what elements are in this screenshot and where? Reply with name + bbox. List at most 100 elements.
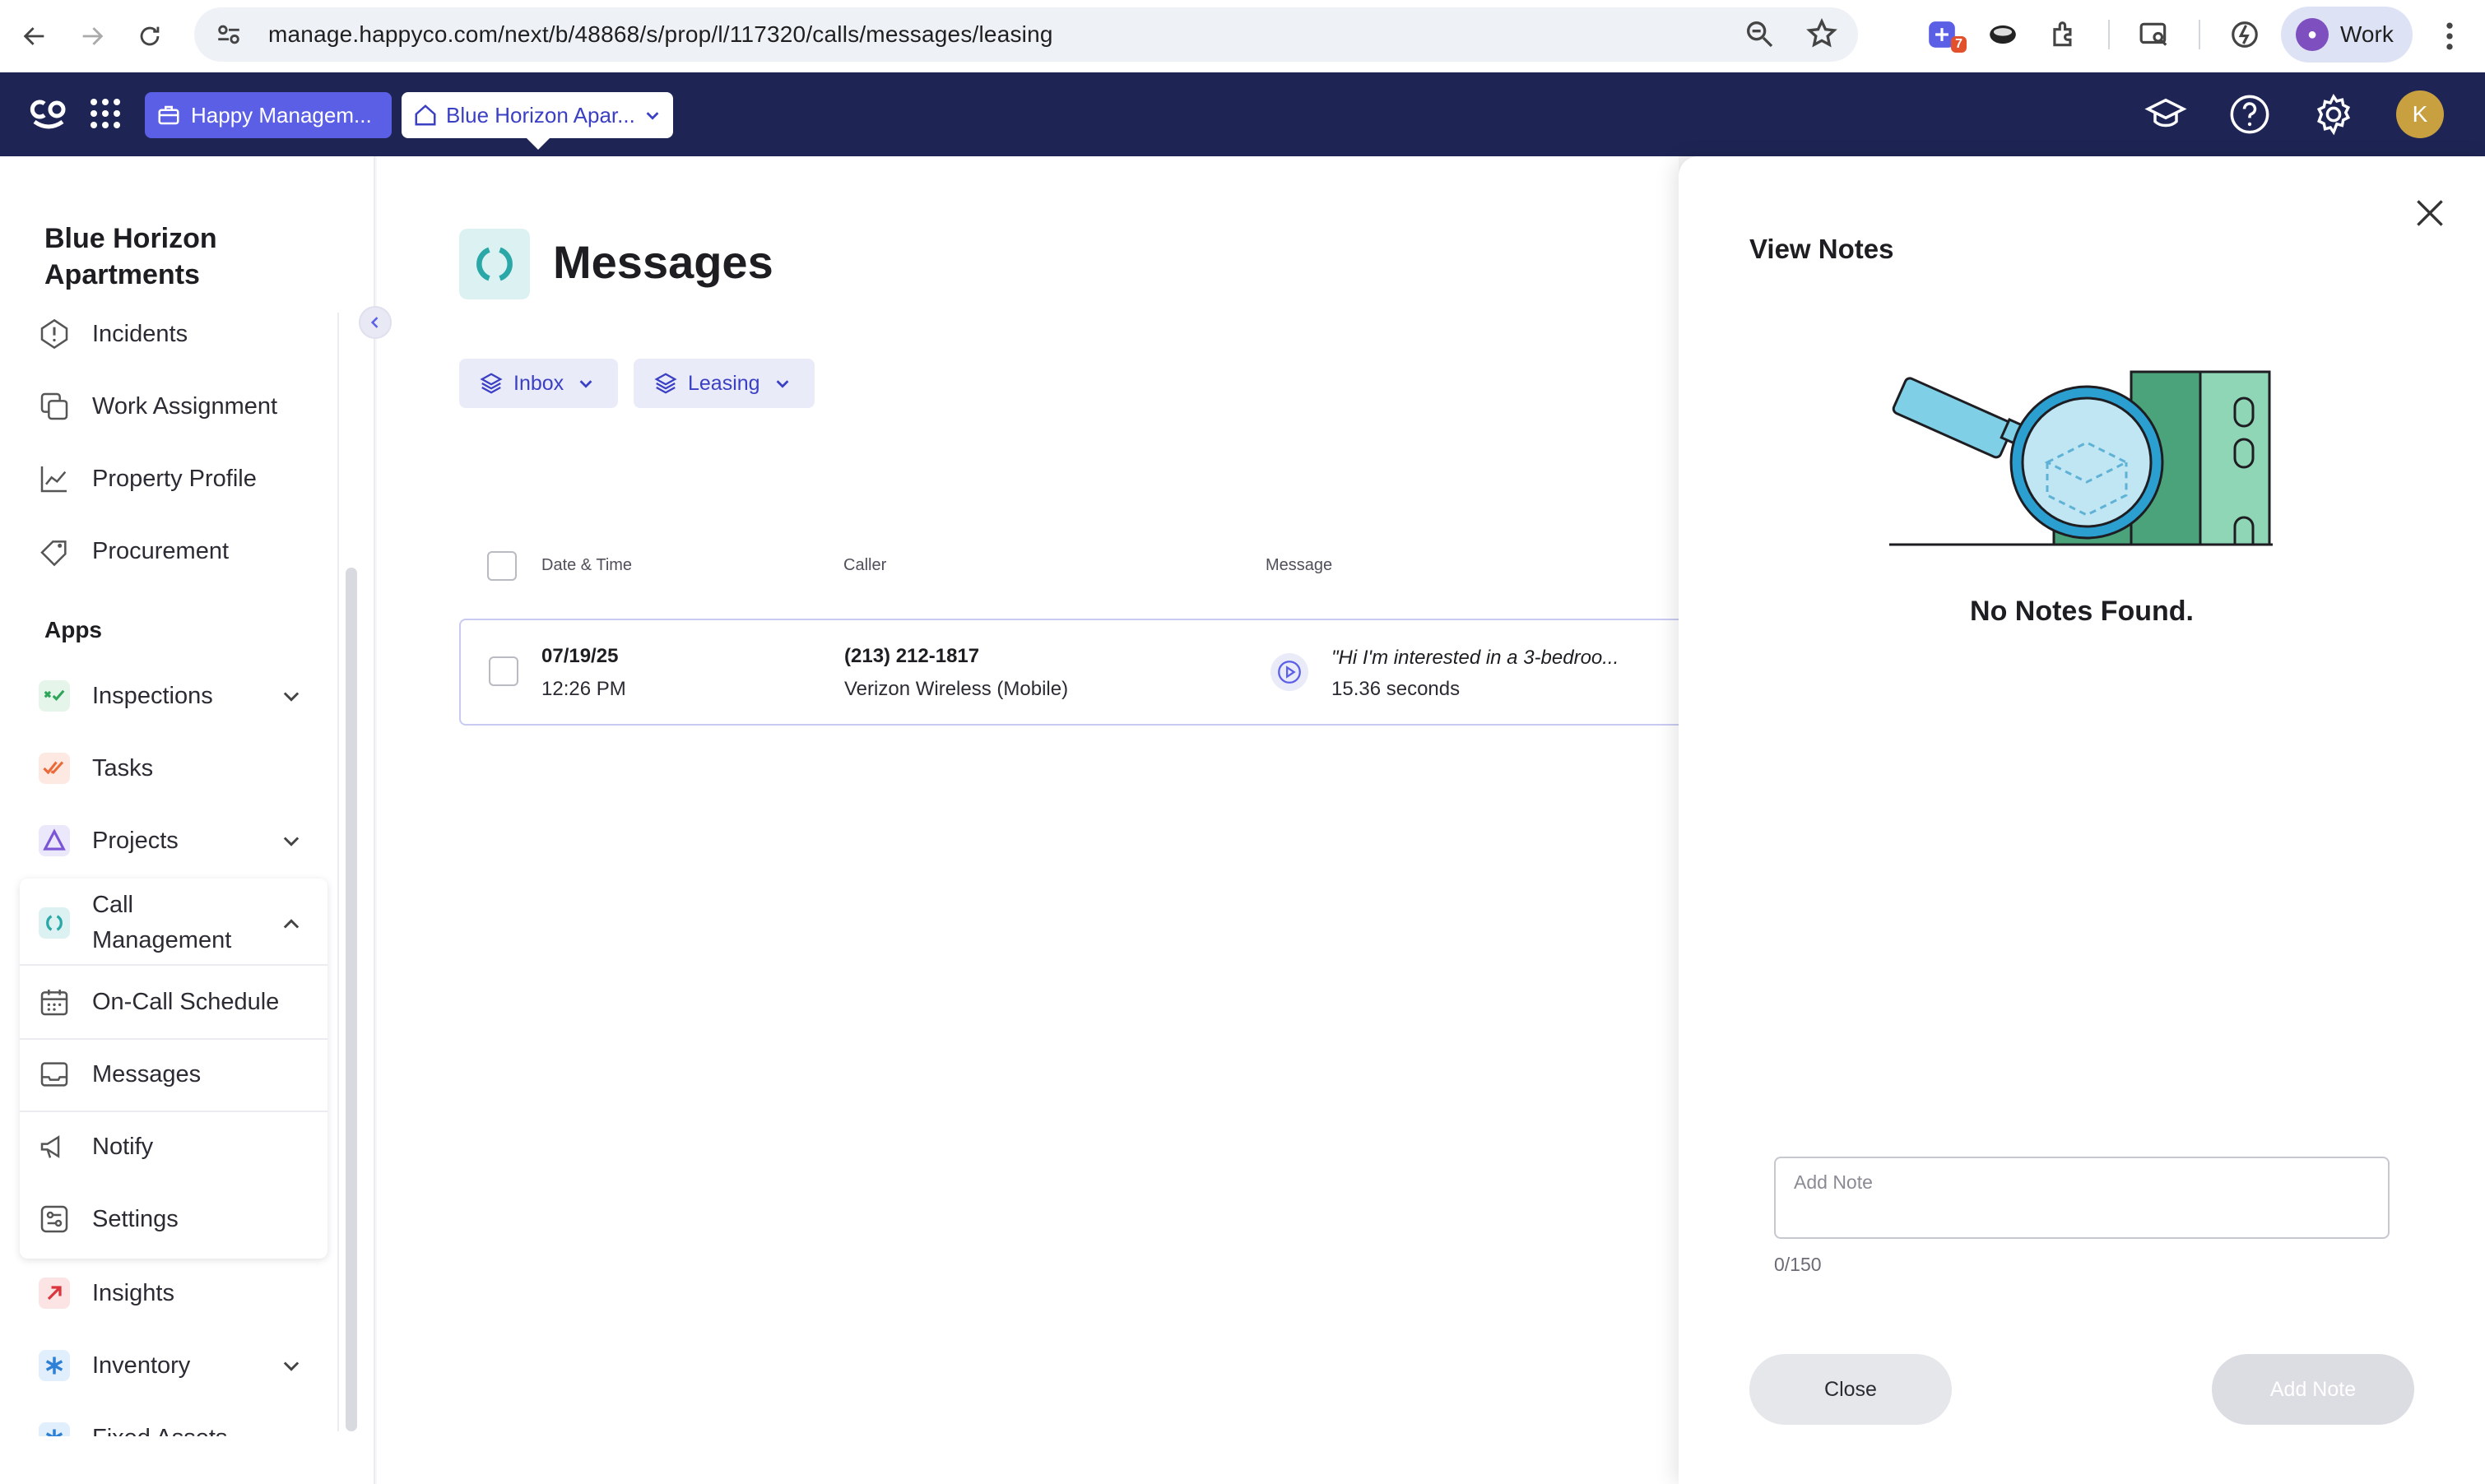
insights-icon: [36, 1275, 72, 1311]
arrow-left-icon: [23, 27, 44, 45]
home-icon: [415, 104, 436, 126]
browser-toolbar: manage.happyco.com/next/b/48868/s/prop/l…: [0, 0, 2485, 72]
row-time: 12:26 PM: [541, 678, 626, 700]
forward-button[interactable]: [69, 13, 115, 59]
extension-button-2[interactable]: [1986, 12, 2019, 58]
column-header-caller[interactable]: Caller: [843, 556, 886, 575]
tab-search-icon: [2139, 22, 2167, 46]
briefcase-icon: [158, 105, 179, 125]
chevron-up-icon[interactable]: [280, 913, 303, 936]
column-header-date-time[interactable]: Date & Time: [541, 556, 632, 575]
sidebar-item-inspections[interactable]: Inspections: [36, 671, 300, 721]
sidebar-item-tasks[interactable]: Tasks: [36, 744, 153, 793]
url-text[interactable]: manage.happyco.com/next/b/48868/s/prop/l…: [268, 21, 1053, 48]
sidebar-item-on-call-schedule[interactable]: On-Call Schedule: [36, 977, 279, 1027]
organization-selector[interactable]: Happy Managem...: [145, 92, 392, 138]
extension-disc-icon: [1990, 25, 2016, 44]
filter-label: Leasing: [688, 371, 760, 395]
chevron-down-icon: [579, 380, 592, 388]
tag-icon: [36, 533, 72, 569]
row-message-preview: "Hi I'm interested in a 3-bedroo...: [1331, 647, 1619, 669]
chevron-down-icon[interactable]: [280, 829, 303, 852]
play-message-button[interactable]: [1270, 653, 1308, 691]
collapse-sidebar-button[interactable]: [359, 306, 392, 339]
sidebar-item-work-assignment[interactable]: Work Assignment: [36, 382, 277, 431]
group-divider: [20, 1038, 327, 1040]
performance-button[interactable]: [2228, 12, 2261, 58]
profile-label: Work: [2340, 21, 2394, 47]
browser-menu-icon[interactable]: [2437, 18, 2462, 54]
happyco-logo-icon[interactable]: [30, 97, 67, 130]
bookmark-star-icon[interactable]: [1805, 17, 1838, 50]
property-selector[interactable]: Blue Horizon Apar...: [402, 92, 673, 138]
add-note-button[interactable]: Add Note: [2212, 1354, 2414, 1425]
apps-section-label: Apps: [44, 617, 102, 642]
sidebar-item-procurement[interactable]: Procurement: [36, 526, 229, 576]
toolbar-divider: [2108, 20, 2110, 49]
inventory-icon: [36, 1347, 72, 1384]
sidebar-item-notify[interactable]: Notify: [36, 1122, 153, 1171]
site-settings-icon[interactable]: [212, 18, 245, 51]
work-assignment-icon: [36, 388, 72, 424]
projects-icon: [36, 823, 72, 859]
gear-icon[interactable]: [2312, 93, 2355, 136]
column-header-message[interactable]: Message: [1266, 556, 1332, 575]
user-avatar[interactable]: K: [2396, 90, 2444, 138]
sidebar-item-call-management[interactable]: Call Management: [36, 890, 248, 956]
sidebar-item-settings[interactable]: Settings: [36, 1194, 179, 1244]
chevron-down-icon: [646, 112, 659, 120]
speed-icon: [2232, 21, 2258, 48]
sidebar-item-label: Property Profile: [92, 465, 257, 492]
sidebar-item-label: Inventory: [92, 1352, 191, 1379]
reload-icon: [140, 26, 160, 46]
sidebar-item-inventory[interactable]: Inventory: [36, 1341, 300, 1390]
sidebar-item-label: Tasks: [92, 754, 154, 781]
close-icon[interactable]: [2409, 192, 2450, 234]
sidebar-scrollbar[interactable]: [346, 568, 357, 1431]
zoom-icon[interactable]: [1743, 17, 1776, 50]
filter-label: Inbox: [513, 371, 564, 395]
close-button[interactable]: Close: [1749, 1354, 1952, 1425]
sidebar-item-incidents[interactable]: Incidents: [36, 309, 188, 359]
extension-button[interactable]: 7: [1925, 12, 1967, 58]
table-row[interactable]: 07/19/25 12:26 PM (213) 212-1817 Verizon…: [459, 619, 1693, 726]
tab-search-button[interactable]: [2138, 12, 2171, 58]
inspections-icon: [36, 678, 72, 714]
address-bar[interactable]: manage.happyco.com/next/b/48868/s/prop/l…: [194, 7, 1858, 62]
selector-pointer: [527, 138, 550, 150]
help-icon[interactable]: [2228, 93, 2271, 136]
call-management-icon: [459, 229, 530, 299]
sidebar-item-label: Settings: [92, 1205, 179, 1232]
property-label: Blue Horizon Apar...: [446, 102, 635, 128]
inbox-icon: [36, 1056, 72, 1092]
sidebar-item-label: Call Management: [92, 892, 232, 953]
sidebar-item-insights[interactable]: Insights: [36, 1268, 174, 1318]
sidebar-item-label: Inspections: [92, 682, 213, 709]
extensions-menu-button[interactable]: [2047, 12, 2080, 58]
row-checkbox[interactable]: [489, 656, 518, 686]
select-all-checkbox[interactable]: [487, 551, 517, 581]
inbox-filter-dropdown[interactable]: Inbox: [459, 359, 619, 408]
fixed-assets-icon: [36, 1420, 72, 1436]
page-title: Messages: [553, 236, 773, 288]
graduation-cap-icon[interactable]: [2144, 93, 2187, 136]
sidebar-item-projects[interactable]: Projects: [36, 816, 300, 865]
sidebar-item-label: Messages: [92, 1060, 202, 1087]
chart-line-icon: [36, 461, 72, 497]
back-button[interactable]: [12, 13, 58, 59]
chevron-down-icon[interactable]: [280, 684, 303, 707]
app-grid-icon[interactable]: [89, 97, 122, 130]
empty-notes-illustration-icon: [1889, 370, 2273, 546]
sidebar-clip: Fixed Assets: [0, 1407, 337, 1436]
sidebar-item-fixed-assets[interactable]: Fixed Assets: [36, 1413, 227, 1436]
arrow-right-icon: [82, 27, 104, 45]
sidebar-item-messages[interactable]: Messages: [36, 1050, 201, 1099]
profile-button[interactable]: ● Work: [2281, 7, 2413, 63]
leasing-filter-dropdown[interactable]: Leasing: [634, 359, 815, 408]
sidebar-item-property-profile[interactable]: Property Profile: [36, 454, 257, 503]
reload-button[interactable]: [127, 13, 173, 59]
chevron-down-icon[interactable]: [280, 1354, 303, 1377]
add-note-input[interactable]: [1774, 1157, 2390, 1239]
play-icon: [1278, 661, 1301, 684]
layers-icon: [480, 373, 503, 394]
